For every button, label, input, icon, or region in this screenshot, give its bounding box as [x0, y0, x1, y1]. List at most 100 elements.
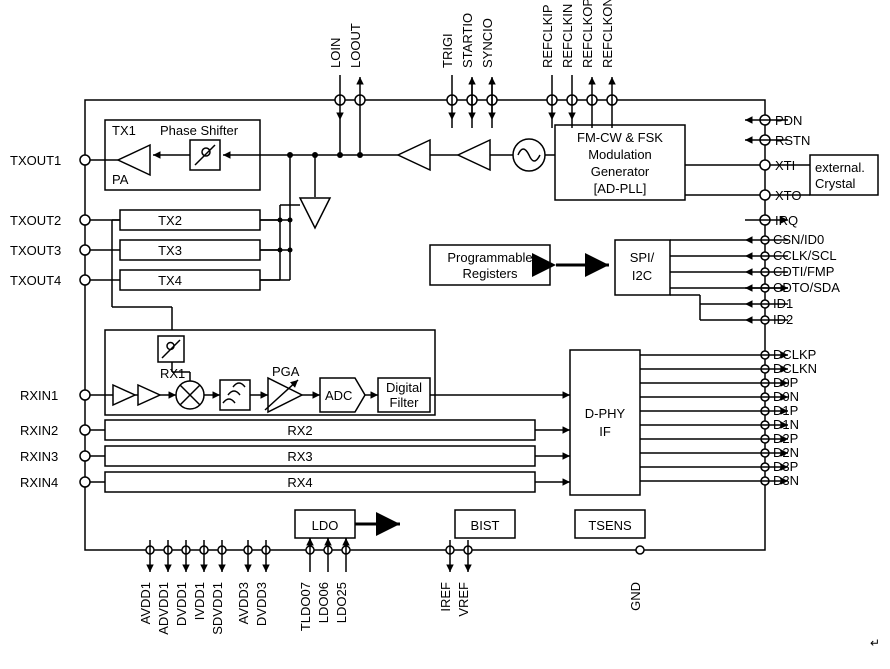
label-rxin2: RXIN2 [20, 423, 58, 438]
svg-text:Filter: Filter [390, 395, 420, 410]
svg-text:TX2: TX2 [158, 213, 182, 228]
amp-lobuf2-icon [398, 140, 430, 170]
block-dphy [570, 350, 640, 495]
label-gnd: GND [628, 582, 643, 611]
label-txout1: TXOUT1 [10, 153, 61, 168]
ldo-out-pin-cluster: TLDO07 LDO06 LDO25 [298, 538, 350, 631]
svg-text:Registers: Registers [463, 266, 518, 281]
svg-text:BIST: BIST [471, 518, 500, 533]
svg-text:ID2: ID2 [773, 312, 793, 327]
svg-text:IF: IF [599, 424, 611, 439]
block-tx4 [120, 270, 260, 290]
svg-text:SPI/: SPI/ [630, 250, 655, 265]
svg-text:LDO: LDO [312, 518, 339, 533]
ref-pin-cluster: IREF VREF [438, 540, 472, 617]
label-rxin1: RXIN1 [20, 388, 58, 403]
svg-text:PGA: PGA [272, 364, 300, 379]
svg-text:D-PHY: D-PHY [585, 406, 626, 421]
svg-text:CCLK/SCL: CCLK/SCL [773, 248, 837, 263]
block-tx3 [120, 240, 260, 260]
svg-text:Modulation: Modulation [588, 147, 652, 162]
svg-text:TX4: TX4 [158, 273, 182, 288]
label-refclkop: REFCLKOP [580, 0, 595, 68]
svg-text:AVDD3: AVDD3 [236, 582, 251, 624]
label-pdn: PDN [775, 113, 802, 128]
spi-pin-cluster: CSN/ID0 CCLK/SCL CDTI/FMP CDTO/SDA ID1 I… [745, 232, 840, 327]
svg-text:D3N: D3N [773, 473, 799, 488]
svg-text:TSENS: TSENS [588, 518, 632, 533]
svg-text:IREF: IREF [438, 582, 453, 612]
label-refclkin: REFCLKIN [560, 4, 575, 68]
pin-txout1 [80, 155, 90, 165]
label-irq: IRQ [775, 213, 798, 228]
label-syncio: SYNCIO [480, 18, 495, 68]
svg-text:TX3: TX3 [158, 243, 182, 258]
svg-text:FM-CW & FSK: FM-CW & FSK [577, 130, 663, 145]
dphy-pin-cluster: DCLKP DCLKN D0P D0N D1P D1N D2P D2N D3P … [745, 347, 817, 488]
splitter-icon [300, 198, 330, 228]
pin-rxin1 [80, 390, 90, 400]
block-tx2 [120, 210, 260, 230]
label-tx1: TX1 [112, 123, 136, 138]
label-txout2: TXOUT2 [10, 213, 61, 228]
pin-txout4 [80, 275, 90, 285]
label-txout3: TXOUT3 [10, 243, 61, 258]
svg-text:Generator: Generator [591, 164, 650, 179]
label-rxin4: RXIN4 [20, 475, 58, 490]
svg-text:I2C: I2C [632, 268, 652, 283]
label-txout4: TXOUT4 [10, 273, 61, 288]
block-rx2 [105, 420, 535, 440]
svg-text:D0P: D0P [773, 375, 798, 390]
svg-text:DCLKN: DCLKN [773, 361, 817, 376]
label-extcrystal2: Crystal [815, 176, 856, 191]
svg-text:SDVDD1: SDVDD1 [210, 582, 225, 635]
svg-text:CSN/ID0: CSN/ID0 [773, 232, 824, 247]
pin-rxin3 [80, 451, 90, 461]
label-pa: PA [112, 172, 129, 187]
block-rx3 [105, 446, 535, 466]
svg-text:[AD-PLL]: [AD-PLL] [594, 181, 647, 196]
pin-txout2 [80, 215, 90, 225]
svg-text:ADVDD1: ADVDD1 [156, 582, 171, 635]
svg-text:RX4: RX4 [287, 475, 312, 490]
svg-text:ID1: ID1 [773, 296, 793, 311]
svg-text:DVDD3: DVDD3 [254, 582, 269, 626]
pin-txout3 [80, 245, 90, 255]
paragraph-mark-icon: ↵ [870, 636, 880, 650]
block-rx4 [105, 472, 535, 492]
svg-text:VREF: VREF [456, 582, 471, 617]
svg-text:CDTO/SDA: CDTO/SDA [773, 280, 840, 295]
label-trigi: TRIGI [440, 33, 455, 68]
supply-pin-cluster: AVDD1 ADVDD1 DVDD1 IVDD1 SDVDD1 AVDD3 DV… [138, 540, 270, 635]
svg-text:RX2: RX2 [287, 423, 312, 438]
label-phase-shifter: Phase Shifter [160, 123, 239, 138]
svg-text:RX3: RX3 [287, 449, 312, 464]
label-rstn: RSTN [775, 133, 810, 148]
label-startio: STARTIO [460, 13, 475, 68]
amp-lobuf1-icon [458, 140, 490, 170]
svg-text:AVDD1: AVDD1 [138, 582, 153, 624]
svg-text:DVDD1: DVDD1 [174, 582, 189, 626]
svg-text:D2N: D2N [773, 445, 799, 460]
label-refclkon: REFCLKON [600, 0, 615, 68]
pin-gnd [636, 546, 644, 554]
label-extcrystal1: external. [815, 160, 865, 175]
label-loin: LOIN [328, 38, 343, 68]
svg-text:LDO06: LDO06 [316, 582, 331, 623]
svg-text:D3P: D3P [773, 459, 798, 474]
svg-text:IVDD1: IVDD1 [192, 582, 207, 620]
svg-text:D2P: D2P [773, 431, 798, 446]
svg-text:Programmable: Programmable [447, 250, 532, 265]
label-rxin3: RXIN3 [20, 449, 58, 464]
label-refclkip: REFCLKIP [540, 4, 555, 68]
pin-xto [760, 190, 770, 200]
pin-rxin2 [80, 425, 90, 435]
svg-text:D1P: D1P [773, 403, 798, 418]
svg-text:D1N: D1N [773, 417, 799, 432]
svg-text:Digital: Digital [386, 380, 422, 395]
pin-rxin4 [80, 477, 90, 487]
svg-text:LDO25: LDO25 [334, 582, 349, 623]
pin-xti [760, 160, 770, 170]
svg-text:CDTI/FMP: CDTI/FMP [773, 264, 834, 279]
svg-text:D0N: D0N [773, 389, 799, 404]
